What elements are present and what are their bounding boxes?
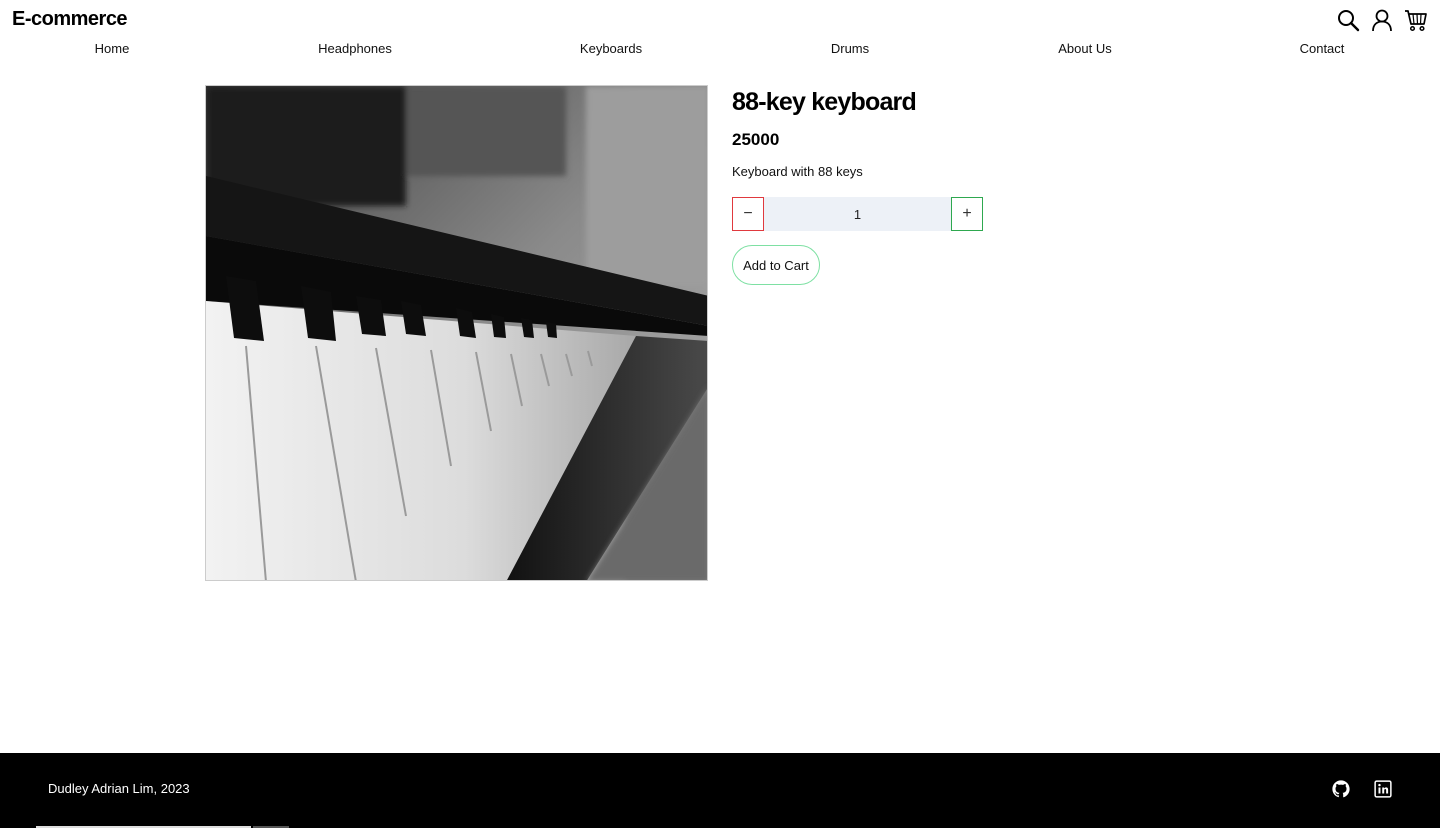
footer-social-links (1332, 780, 1392, 798)
quantity-stepper: − + (732, 197, 983, 231)
nav-item-headphones[interactable]: Headphones (318, 41, 392, 56)
decrease-quantity-button[interactable]: − (732, 197, 764, 231)
quantity-input[interactable] (764, 197, 951, 231)
product-image (205, 85, 708, 581)
product-details: 88-key keyboard 25000 Keyboard with 88 k… (732, 88, 1132, 285)
product-price: 25000 (732, 130, 780, 149)
cart-icon[interactable] (1404, 8, 1428, 32)
footer-copyright: Dudley Adrian Lim, 2023 (48, 781, 190, 796)
header-icons (1336, 8, 1428, 32)
github-icon[interactable] (1332, 780, 1350, 798)
nav-item-drums[interactable]: Drums (831, 41, 869, 56)
main-nav: Home Headphones Keyboards Drums About Us… (0, 41, 1440, 59)
product-description: Keyboard with 88 keys (732, 164, 863, 179)
nav-item-contact[interactable]: Contact (1300, 41, 1345, 56)
search-icon[interactable] (1336, 8, 1360, 32)
footer: Dudley Adrian Lim, 2023 (0, 753, 1440, 828)
increase-quantity-button[interactable]: + (951, 197, 983, 231)
nav-item-keyboards[interactable]: Keyboards (580, 41, 642, 56)
add-to-cart-button[interactable]: Add to Cart (732, 245, 820, 285)
piano-keys-illustration (206, 86, 707, 580)
nav-item-home[interactable]: Home (95, 41, 130, 56)
nav-item-about-us[interactable]: About Us (1058, 41, 1111, 56)
user-icon[interactable] (1370, 8, 1394, 32)
brand-logo-text[interactable]: E-commerce (12, 8, 128, 31)
linkedin-icon[interactable] (1374, 780, 1392, 798)
product-title: 88-key keyboard (732, 88, 917, 116)
